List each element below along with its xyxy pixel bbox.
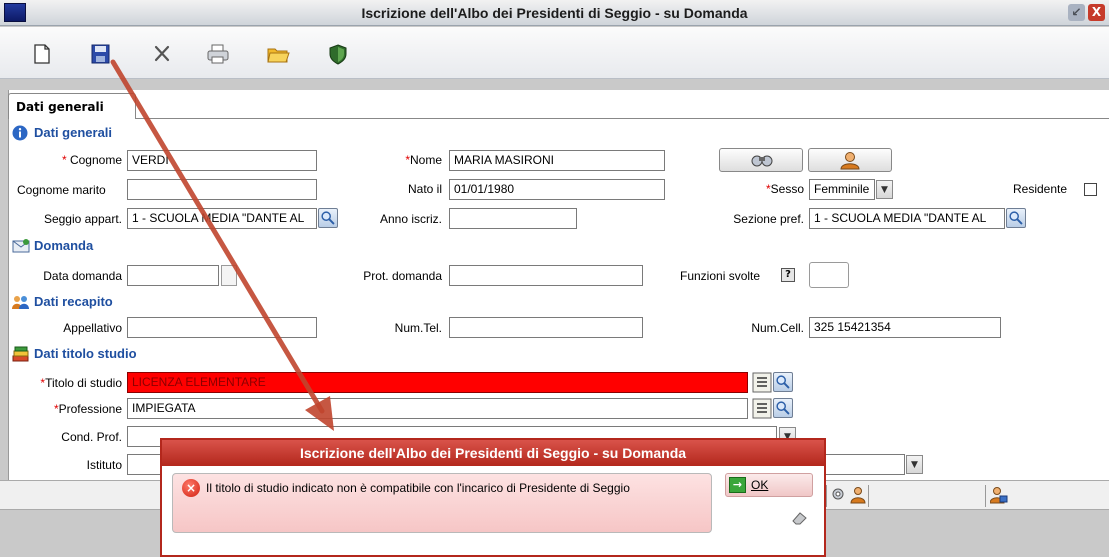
sesso-label: *Sesso [765,182,804,196]
minimize-button[interactable]: ↙ [1068,4,1085,21]
user-lock-icon[interactable] [990,486,1008,504]
nome-label: *Nome [405,153,442,167]
funzioni-svolte-label: Funzioni svolte [680,269,761,283]
info-icon [12,125,28,141]
cognome-field[interactable]: VERDI [127,150,317,171]
funzioni-svolte-field[interactable] [809,262,849,288]
print-icon[interactable] [206,43,230,65]
cognome-marito-label: Cognome marito [17,183,106,197]
cognome-marito-field[interactable] [127,179,317,200]
professione-label: *Professione [53,402,122,416]
appellativo-label: Appellativo [63,321,122,335]
error-icon: × [182,479,200,497]
titolo-list-icon[interactable] [752,372,772,393]
dialog-message: Il titolo di studio indicato non è compa… [206,481,630,495]
residente-checkbox[interactable] [1084,183,1097,196]
professione-field[interactable]: IMPIEGATA [127,398,748,419]
tab-label: Dati generali [16,100,104,114]
close-window-button[interactable]: X [1088,4,1105,21]
sezione-search-icon[interactable] [1006,208,1026,228]
open-folder-icon[interactable] [266,43,290,65]
seggio-search-icon[interactable] [318,208,338,228]
save-icon[interactable] [88,43,112,65]
prot-domanda-field[interactable] [449,265,643,286]
people-icon [12,296,29,309]
tab-divider [136,118,1109,119]
toolbar [0,27,1109,79]
appellativo-field[interactable] [127,317,317,338]
prot-domanda-label: Prot. domanda [363,269,442,283]
istituto-dropdown-button[interactable]: ▼ [906,455,923,474]
nato-il-label: Nato il [407,182,442,196]
ok-button[interactable]: → OK [725,473,813,497]
titolo-search-icon[interactable] [773,372,793,392]
data-domanda-label: Data domanda [43,269,122,283]
section-domanda: Domanda [12,236,312,256]
new-document-icon[interactable] [30,43,54,65]
nato-il-field[interactable]: 01/01/1980 [449,179,665,200]
sezione-pref-label: Sezione pref. [733,212,804,226]
num-tel-label: Num.Tel. [394,321,442,335]
cond-prof-label: Cond. Prof. [61,430,122,444]
seggio-appart-label: Seggio appart. [43,212,122,226]
books-icon [12,346,29,362]
residente-label: Residente [1013,182,1068,196]
shield-icon[interactable] [326,43,350,65]
anno-iscriz-field[interactable] [449,208,577,229]
num-tel-field[interactable] [449,317,643,338]
delete-icon[interactable] [150,43,174,65]
cognome-label: * Cognome [61,153,122,167]
section-dati-generali: Dati generali [12,123,312,143]
data-domanda-field[interactable] [127,265,219,286]
sezione-pref-field[interactable]: 1 - SCUOLA MEDIA "DANTE AL [809,208,1005,229]
ok-label: OK [751,478,769,492]
error-dialog: Iscrizione dell'Albo dei Presidenti di S… [160,438,826,557]
window-title: Iscrizione dell'Albo dei Presidenti di S… [361,5,748,21]
help-icon[interactable]: ? [781,268,795,282]
tab-dati-generali[interactable]: Dati generali [8,93,136,119]
sesso-select[interactable]: Femminile [809,179,875,200]
titolo-studio-label: *Titolo di studio [40,376,122,390]
binoculars-button[interactable] [719,148,803,172]
settings-icon[interactable] [830,486,846,504]
user-icon[interactable] [850,486,866,504]
section-title: Dati generali [34,125,113,140]
anno-iscriz-label: Anno iscriz. [379,212,442,226]
title-bar: Iscrizione dell'Albo dei Presidenti di S… [0,0,1109,26]
dialog-title: Iscrizione dell'Albo dei Presidenti di S… [162,440,824,466]
envelope-icon [12,239,30,253]
binoculars-icon [751,155,773,167]
arrow-right-icon: → [729,477,746,493]
section-dati-recapito: Dati recapito [12,292,312,312]
section-title: Dati recapito [34,294,113,309]
seggio-appart-field[interactable]: 1 - SCUOLA MEDIA "DANTE AL [127,208,317,229]
sesso-dropdown-button[interactable]: ▼ [876,180,893,199]
num-cell-field[interactable]: 325 15421354 [809,317,1001,338]
professione-search-icon[interactable] [773,398,793,418]
istituto-label: Istituto [86,458,122,472]
date-picker-button[interactable] [221,265,237,286]
section-title: Domanda [34,238,94,253]
person-icon [840,152,860,170]
nome-field[interactable]: MARIA MASIRONI [449,150,665,171]
eraser-icon[interactable] [790,510,808,526]
professione-list-icon[interactable] [752,398,772,419]
section-dati-titolo-studio: Dati titolo studio [12,344,312,364]
section-title: Dati titolo studio [34,346,137,361]
person-lookup-button[interactable] [808,148,892,172]
titolo-studio-field[interactable]: LICENZA ELEMENTARE [127,372,748,393]
num-cell-label: Num.Cell. [751,321,804,335]
